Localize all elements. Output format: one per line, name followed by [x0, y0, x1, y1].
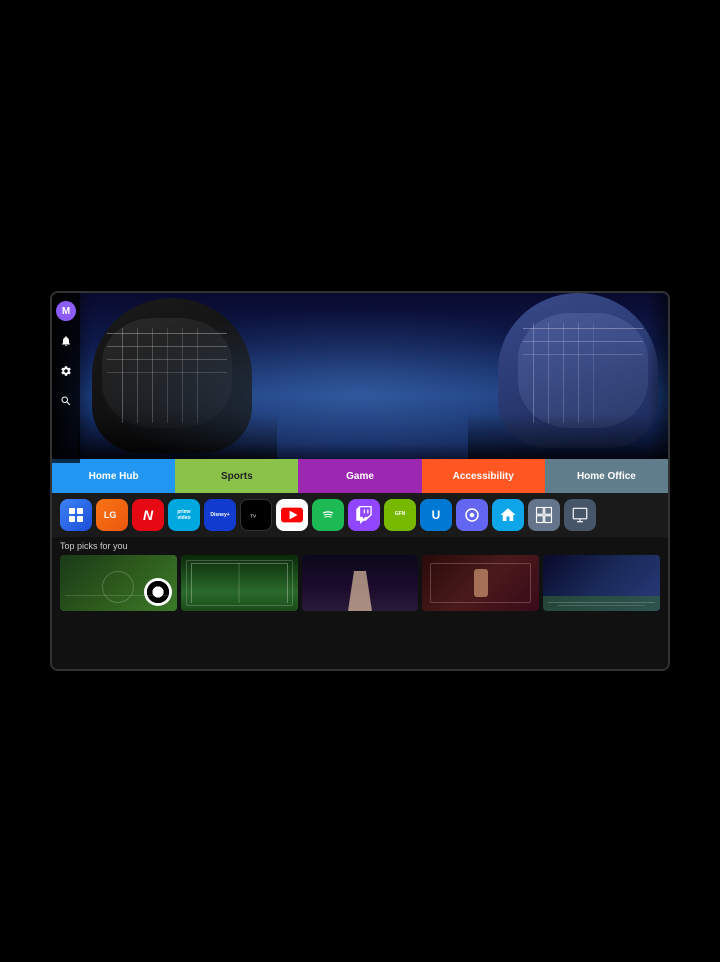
app-icon-appletv[interactable]: TV [240, 499, 272, 531]
tab-accessibility[interactable]: Accessibility [422, 459, 545, 493]
nav-tabs: Home Hub Sports Game Accessibility Home … [52, 459, 668, 493]
tab-sports[interactable]: Sports [175, 459, 298, 493]
app-icon-youtube[interactable] [276, 499, 308, 531]
app-icon-smarthome[interactable] [492, 499, 524, 531]
app-icon-uplay[interactable]: U [420, 499, 452, 531]
tab-game[interactable]: Game [298, 459, 421, 493]
bell-icon[interactable] [56, 331, 76, 351]
top-picks-label: Top picks for you [60, 541, 660, 551]
pick-item-5[interactable] [543, 555, 660, 611]
sidebar: M [52, 293, 80, 459]
tv-content: M [52, 293, 668, 459]
svg-text:LG: LG [104, 510, 117, 520]
pick-item-2[interactable] [181, 555, 298, 611]
tab-home-hub[interactable]: Home Hub [52, 459, 175, 493]
app-icon-lg[interactable]: LG [96, 499, 128, 531]
app-icon-circle[interactable] [456, 499, 488, 531]
bottom-ui: Home Hub Sports Game Accessibility Home … [52, 459, 668, 669]
picks-row [60, 555, 660, 611]
tv-frame: M [50, 291, 670, 671]
apps-row: LG N primevideo Disney+ TV [52, 493, 668, 537]
app-icon-netflix[interactable]: N [132, 499, 164, 531]
app-icon-prime[interactable]: primevideo [168, 499, 200, 531]
pick-item-4[interactable] [422, 555, 539, 611]
app-icon-extra[interactable] [564, 499, 596, 531]
profile-icon[interactable]: M [56, 301, 76, 321]
settings-icon[interactable] [56, 361, 76, 381]
app-icon-disney[interactable]: Disney+ [204, 499, 236, 531]
search-icon[interactable] [56, 391, 76, 411]
tab-home-office[interactable]: Home Office [545, 459, 668, 493]
app-icon-geforce[interactable]: GFN [384, 499, 416, 531]
svg-text:TV: TV [250, 513, 257, 518]
hero-image [52, 293, 668, 459]
app-icon-twitch[interactable] [348, 499, 380, 531]
top-picks-section: Top picks for you [52, 537, 668, 669]
app-icon-spotify[interactable] [312, 499, 344, 531]
pick-item-1[interactable] [60, 555, 177, 611]
app-icon-multiview[interactable] [528, 499, 560, 531]
pick-item-3[interactable] [302, 555, 419, 611]
hero-area [52, 293, 668, 459]
app-icon-apps[interactable] [60, 499, 92, 531]
